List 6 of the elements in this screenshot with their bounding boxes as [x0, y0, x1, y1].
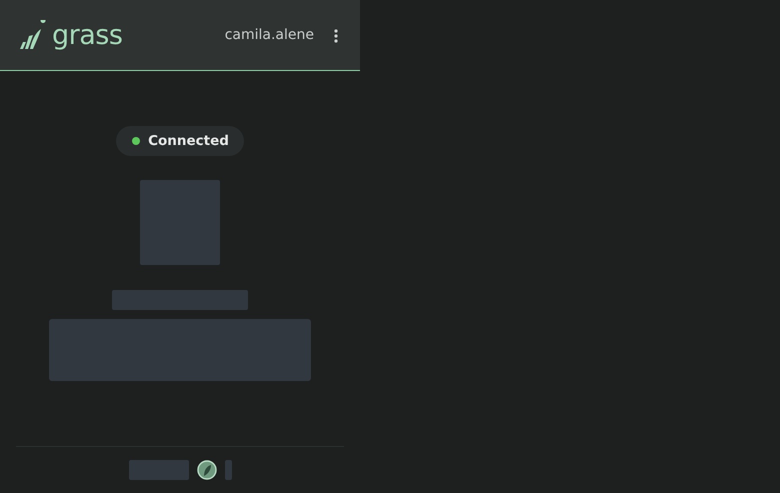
leaf-coin-icon	[196, 460, 216, 480]
username: camila.alene	[224, 26, 314, 44]
loading-placeholder	[224, 460, 232, 480]
loading-placeholder	[128, 460, 188, 480]
logo-text: grass	[52, 22, 122, 48]
status-label: Connected	[148, 132, 229, 151]
